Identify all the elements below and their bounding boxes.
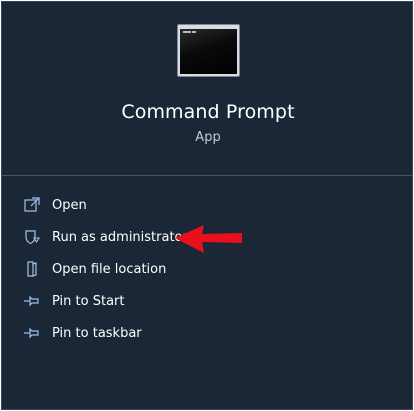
pin-icon: [22, 291, 42, 311]
menu-item-label: Run as administrator: [52, 229, 188, 245]
menu-item-pin-to-start[interactable]: Pin to Start: [16, 287, 406, 315]
menu-item-label: Pin to Start: [52, 293, 125, 309]
start-menu-app-panel: Command Prompt App Open Run as administr…: [1, 1, 413, 410]
menu-item-open-file-location[interactable]: Open file location: [16, 255, 406, 283]
folder-icon: [22, 259, 42, 279]
command-prompt-icon: [177, 24, 240, 77]
app-title: Command Prompt: [121, 101, 295, 123]
divider: [2, 175, 412, 176]
menu-item-label: Open file location: [52, 261, 167, 277]
app-type-label: App: [195, 130, 221, 145]
menu-item-open[interactable]: Open: [16, 191, 406, 219]
menu-item-pin-to-taskbar[interactable]: Pin to taskbar: [16, 319, 406, 347]
pin-icon: [22, 323, 42, 343]
shield-icon: [22, 227, 42, 247]
open-icon: [22, 195, 42, 215]
menu-item-label: Open: [52, 197, 87, 213]
annotation-arrow-icon: [175, 225, 242, 253]
menu-item-label: Pin to taskbar: [52, 325, 142, 341]
